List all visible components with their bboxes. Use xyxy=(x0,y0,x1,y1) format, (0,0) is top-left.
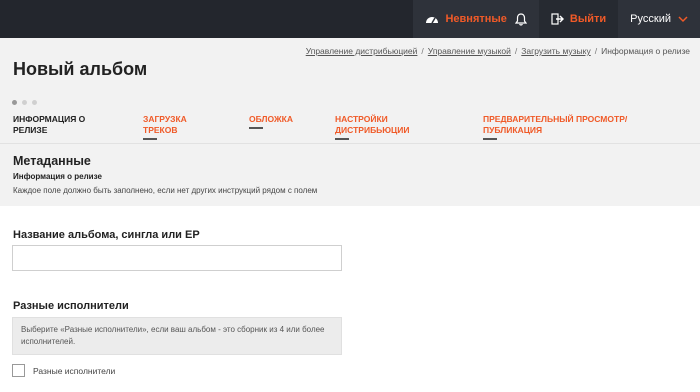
tab-label: ЗАГРУЗКА ТРЕКОВ xyxy=(143,114,187,135)
logout-button[interactable]: Выйти xyxy=(538,0,619,38)
metadata-section xyxy=(0,143,700,206)
breadcrumb-current: Информация о релизе xyxy=(601,46,690,56)
tab-label: ПРЕДВАРИТЕЛЬНЫЙ ПРОСМОТР/ ПУБЛИКАЦИЯ xyxy=(483,114,628,135)
gauge-icon xyxy=(425,13,439,25)
breadcrumb-separator: / xyxy=(421,46,424,56)
tab-track-upload[interactable]: ЗАГРУЗКА ТРЕКОВ xyxy=(143,114,213,140)
tab-label: ИНФОРМАЦИЯ О РЕЛИЗЕ xyxy=(13,114,86,135)
notifications-area[interactable]: Невнятные xyxy=(413,0,539,38)
chevron-down-icon xyxy=(678,15,688,23)
breadcrumb: Управление дистрибьюцией / Управление музы… xyxy=(306,46,690,56)
logout-label: Выйти xyxy=(569,13,607,25)
logout-icon xyxy=(551,13,564,25)
breadcrumb-separator: / xyxy=(594,46,598,56)
language-selector[interactable]: Русский xyxy=(618,0,700,38)
various-artists-label: Разные исполнители xyxy=(13,300,129,312)
tab-preview-publish[interactable]: ПРЕДВАРИТЕЛЬНЫЙ ПРОСМОТР/ ПУБЛИКАЦИЯ xyxy=(483,114,653,140)
progress-dot xyxy=(22,100,27,105)
metadata-subtitle: Информация о релизе xyxy=(13,172,102,181)
tab-label: ОБЛОЖКА xyxy=(249,114,293,124)
tab-underline xyxy=(335,138,349,140)
top-bar: Невнятные Выйти Русский xyxy=(0,0,700,38)
progress-dot xyxy=(12,100,17,105)
breadcrumb-separator: / xyxy=(514,46,518,56)
breadcrumb-link-upload[interactable]: Загрузить музыку xyxy=(521,46,590,56)
various-artists-checkbox-row[interactable]: Разные исполнители xyxy=(12,364,115,377)
progress-dot xyxy=(32,100,37,105)
unread-label[interactable]: Невнятные xyxy=(445,13,506,25)
album-name-label: Название альбома, сингла или EP xyxy=(13,229,200,241)
various-artists-checkbox[interactable] xyxy=(12,364,25,377)
page-title: Новый альбом xyxy=(13,59,148,79)
language-label: Русский xyxy=(630,13,671,25)
album-name-input[interactable] xyxy=(12,245,342,271)
bell-icon[interactable] xyxy=(514,12,527,26)
tab-release-info[interactable]: ИНФОРМАЦИЯ О РЕЛИЗЕ xyxy=(13,114,113,136)
step-progress-dots xyxy=(12,100,37,105)
tab-underline xyxy=(143,138,157,140)
top-bar-actions: Невнятные Выйти Русский xyxy=(413,0,700,38)
tab-distribution-settings[interactable]: НАСТРОЙКИ ДИСТРИБЬЮЦИИ xyxy=(335,114,435,140)
tab-underline xyxy=(249,127,263,129)
various-artists-hint: Выберите «Разные исполнители», если ваш … xyxy=(12,317,342,355)
various-artists-checkbox-label[interactable]: Разные исполнители xyxy=(33,366,115,376)
metadata-note: Каждое поле должно быть заполнено, если … xyxy=(13,186,318,195)
tab-underline xyxy=(483,138,497,140)
breadcrumb-link-music[interactable]: Управление музыкой xyxy=(428,46,511,56)
breadcrumb-link-distribution[interactable]: Управление дистрибьюцией xyxy=(306,46,418,56)
metadata-title: Метаданные xyxy=(13,154,91,168)
tab-cover[interactable]: ОБЛОЖКА xyxy=(249,114,319,129)
tab-label: НАСТРОЙКИ ДИСТРИБЬЮЦИИ xyxy=(335,114,410,135)
